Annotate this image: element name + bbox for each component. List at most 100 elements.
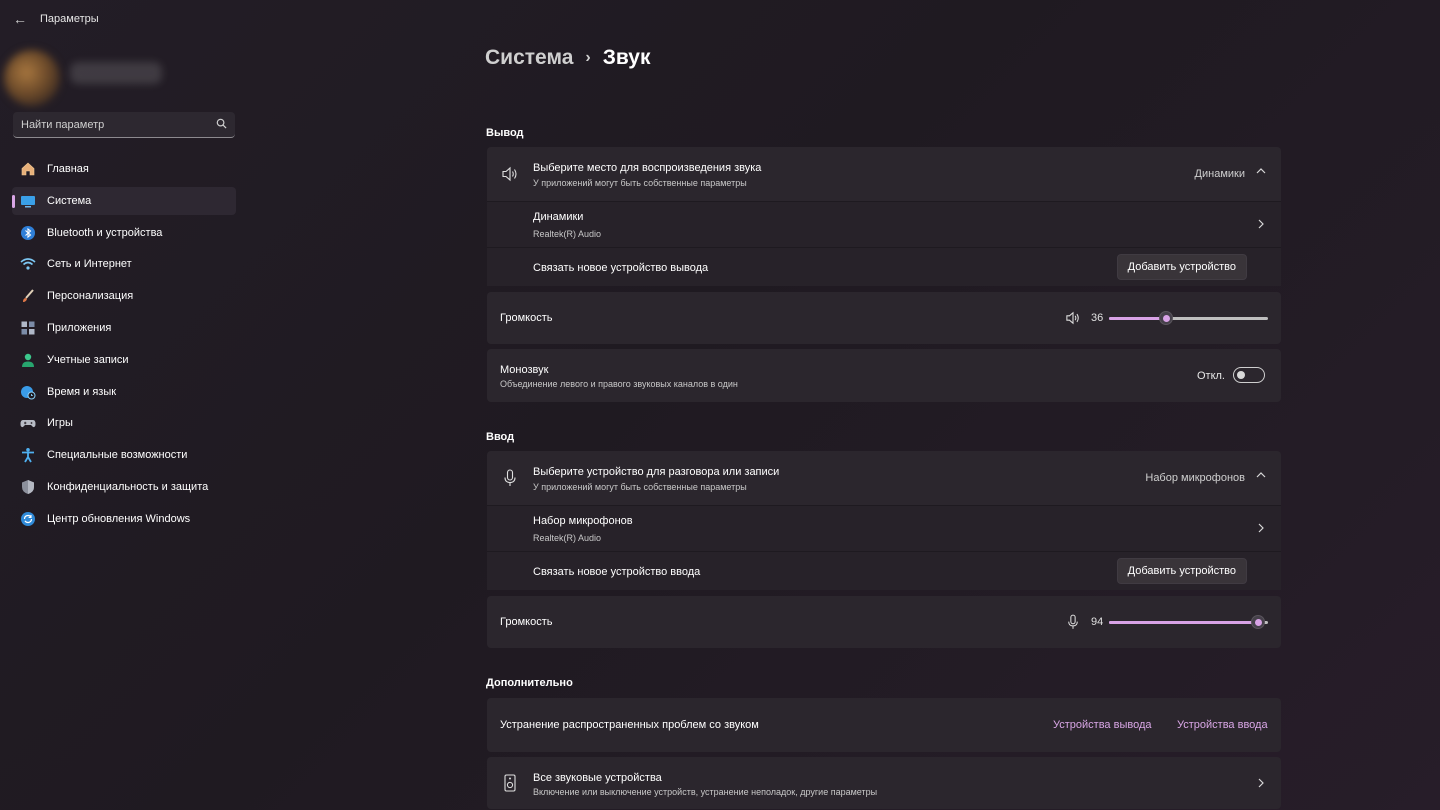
chevron-right-icon[interactable]	[1255, 777, 1267, 792]
all-devices-card[interactable]: Все звуковые устройства Включение или вы…	[487, 757, 1281, 809]
mono-audio-card: Монозвук Объединение левого и правого зв…	[487, 349, 1281, 402]
speaker-icon[interactable]	[1063, 308, 1083, 328]
sidebar-item-home[interactable]: Главная	[12, 155, 236, 183]
globe-clock-icon	[20, 384, 36, 400]
all-devices-subtitle: Включение или выключение устройств, устр…	[533, 787, 878, 797]
sidebar-item-accounts[interactable]: Учетные записи	[12, 346, 236, 374]
sidebar-item-accessibility[interactable]: Специальные возможности	[12, 441, 236, 469]
profile-name-blurred	[70, 62, 162, 84]
sidebar-item-label: Специальные возможности	[47, 449, 188, 462]
sidebar-item-label: Персонализация	[47, 290, 134, 303]
add-input-device-button[interactable]: Добавить устройство	[1116, 558, 1247, 584]
chevron-right-icon[interactable]	[1255, 522, 1267, 537]
sidebar-item-personalization[interactable]: Персонализация	[12, 282, 236, 310]
all-devices-title: Все звуковые устройства	[533, 772, 662, 784]
input-volume-card: Громкость 94	[487, 596, 1281, 648]
speaker-device-icon	[500, 773, 520, 793]
title-bar: ← Параметры	[0, 0, 1440, 38]
add-output-device-button[interactable]: Добавить устройство	[1116, 254, 1247, 280]
input-select-subtitle: У приложений могут быть собственные пара…	[533, 482, 747, 492]
input-volume-fill	[1109, 621, 1259, 624]
sidebar-item-privacy[interactable]: Конфиденциальность и защита	[12, 473, 236, 501]
input-device-name: Набор микрофонов	[533, 515, 633, 527]
microphone-icon[interactable]	[1063, 612, 1083, 632]
input-device-card: Выберите устройство для разговора или за…	[487, 451, 1281, 590]
input-volume-label: Громкость	[500, 616, 553, 628]
chevron-up-icon[interactable]	[1255, 165, 1267, 180]
output-volume-card: Громкость 36	[487, 292, 1281, 344]
output-device-select-row[interactable]: Выберите место для воспроизведения звука…	[487, 147, 1281, 201]
output-device-name: Динамики	[533, 211, 584, 223]
user-profile[interactable]	[0, 44, 248, 106]
sidebar: Главная Система Bluetooth и устройства С…	[0, 38, 248, 810]
output-pair-row: Связать новое устройство вывода Добавить…	[487, 248, 1281, 286]
sidebar-item-windows-update[interactable]: Центр обновления Windows	[12, 505, 236, 533]
sidebar-item-apps[interactable]: Приложения	[12, 314, 236, 342]
sidebar-item-label: Игры	[47, 417, 73, 430]
sidebar-item-system[interactable]: Система	[12, 186, 236, 215]
input-select-value: Набор микрофонов	[1145, 472, 1245, 484]
mono-audio-state: Откл.	[1196, 370, 1225, 382]
output-device-driver: Realtek(R) Audio	[533, 229, 602, 239]
output-device-row[interactable]: Динамики Realtek(R) Audio	[487, 202, 1281, 247]
troubleshoot-input-link[interactable]: Устройства ввода	[1177, 719, 1268, 731]
speaker-icon	[500, 164, 520, 184]
sidebar-item-label: Приложения	[47, 321, 112, 334]
sidebar-item-label: Bluetooth и устройства	[47, 226, 163, 239]
shield-icon	[20, 479, 36, 495]
sidebar-item-label: Сеть и Интернет	[47, 258, 132, 271]
sidebar-item-bluetooth[interactable]: Bluetooth и устройства	[12, 219, 236, 247]
output-volume-fill	[1109, 317, 1167, 320]
arrow-left-icon: ←	[13, 11, 27, 27]
input-device-driver: Realtek(R) Audio	[533, 533, 602, 543]
input-device-select-row[interactable]: Выберите устройство для разговора или за…	[487, 451, 1281, 505]
search-input[interactable]	[21, 118, 201, 131]
back-button[interactable]: ←	[6, 5, 34, 33]
home-icon	[20, 161, 36, 177]
breadcrumb-parent[interactable]: Система	[485, 46, 573, 70]
accessibility-icon	[20, 447, 36, 463]
wifi-icon	[20, 256, 36, 272]
mono-audio-toggle[interactable]	[1233, 367, 1265, 383]
output-volume-value: 36	[1091, 312, 1104, 324]
mono-audio-title: Монозвук	[500, 364, 549, 376]
nav-list: Главная Система Bluetooth и устройства С…	[12, 155, 236, 537]
troubleshoot-label: Устранение распространенных проблем со з…	[500, 719, 759, 731]
app-title: Параметры	[40, 13, 99, 25]
sidebar-item-gaming[interactable]: Игры	[12, 409, 236, 437]
chevron-right-icon: ›	[585, 49, 591, 66]
sidebar-item-network[interactable]: Сеть и Интернет	[12, 250, 236, 278]
output-select-subtitle: У приложений могут быть собственные пара…	[533, 178, 747, 188]
section-title-input: Ввод	[486, 431, 515, 443]
search-icon[interactable]	[216, 118, 227, 132]
output-pair-label: Связать новое устройство вывода	[533, 262, 709, 274]
sidebar-item-time-language[interactable]: Время и язык	[12, 378, 236, 406]
input-select-title: Выберите устройство для разговора или за…	[533, 466, 780, 478]
input-device-row[interactable]: Набор микрофонов Realtek(R) Audio	[487, 506, 1281, 551]
troubleshoot-output-link[interactable]: Устройства вывода	[1053, 719, 1151, 731]
input-volume-thumb[interactable]	[1251, 615, 1266, 629]
section-title-output: Вывод	[486, 127, 524, 139]
input-pair-row: Связать новое устройство ввода Добавить …	[487, 552, 1281, 590]
chevron-right-icon[interactable]	[1255, 218, 1267, 233]
bluetooth-icon	[20, 225, 36, 241]
troubleshoot-card: Устранение распространенных проблем со з…	[487, 698, 1281, 752]
chevron-up-icon[interactable]	[1255, 469, 1267, 484]
brush-icon	[20, 288, 36, 304]
input-pair-label: Связать новое устройство ввода	[533, 566, 701, 578]
apps-icon	[20, 320, 36, 336]
sidebar-item-label: Учетные записи	[47, 353, 129, 366]
sidebar-item-label: Главная	[47, 163, 89, 175]
output-volume-thumb[interactable]	[1159, 311, 1174, 325]
avatar	[4, 50, 60, 106]
output-select-value: Динамики	[1194, 168, 1245, 180]
sidebar-item-label: Центр обновления Windows	[47, 512, 191, 525]
gamepad-icon	[20, 415, 36, 431]
search-box[interactable]	[13, 112, 235, 138]
output-select-title: Выберите место для воспроизведения звука	[533, 162, 762, 174]
sidebar-item-label: Система	[47, 194, 92, 207]
page-title: Звук	[602, 46, 651, 69]
sidebar-item-label: Время и язык	[47, 385, 117, 398]
mono-audio-subtitle: Объединение левого и правого звуковых ка…	[500, 379, 738, 389]
sidebar-item-label: Конфиденциальность и защита	[47, 480, 209, 493]
